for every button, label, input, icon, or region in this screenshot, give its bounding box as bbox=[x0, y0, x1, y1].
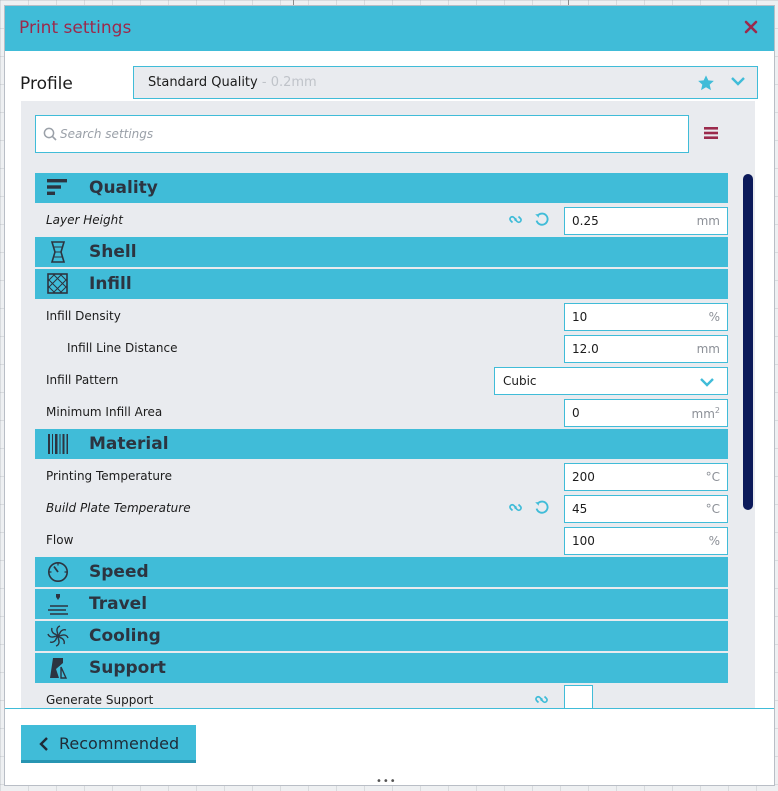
chevron-left-icon bbox=[39, 737, 48, 751]
field-unit: % bbox=[708, 534, 720, 548]
profile-detail: - 0.2mm bbox=[257, 75, 317, 90]
drag-handle[interactable]: ••• bbox=[376, 776, 397, 787]
recommended-label: Recommended bbox=[59, 734, 180, 753]
field-value: 0 bbox=[572, 406, 580, 420]
setting-label: Infill Density bbox=[46, 309, 121, 323]
link-icon[interactable] bbox=[508, 212, 523, 227]
setting-row-generate-support: Generate Support bbox=[35, 685, 728, 709]
profile-select[interactable]: Standard Quality - 0.2mm bbox=[133, 66, 758, 99]
category-label: Travel bbox=[89, 594, 148, 614]
infill-icon bbox=[47, 273, 68, 294]
category-material[interactable]: Material bbox=[35, 429, 728, 459]
setting-row-infill-pattern: Infill Pattern Cubic bbox=[35, 365, 728, 395]
field-unit: °C bbox=[705, 502, 720, 516]
category-travel[interactable]: Travel bbox=[35, 589, 728, 619]
field-unit: mm bbox=[696, 214, 720, 228]
printing-temperature-field[interactable]: 200 °C bbox=[564, 463, 728, 491]
setting-row-infill-line-distance: Infill Line Distance 12.0 mm bbox=[35, 333, 728, 363]
category-label: Cooling bbox=[89, 626, 161, 646]
category-quality[interactable]: Quality bbox=[35, 173, 728, 203]
support-icon bbox=[50, 658, 68, 679]
profile-name: Standard Quality bbox=[148, 75, 258, 90]
setting-row-layer-height: Layer Height 0.25 mm bbox=[35, 205, 728, 235]
infill-density-field[interactable]: 10 % bbox=[564, 303, 728, 331]
reset-icon[interactable] bbox=[534, 211, 550, 227]
search-input[interactable]: Search settings bbox=[35, 115, 689, 153]
infill-pattern-dropdown[interactable]: Cubic bbox=[494, 367, 728, 395]
field-unit: mm2 bbox=[692, 406, 720, 421]
field-value: 200 bbox=[572, 470, 595, 484]
setting-label: Build Plate Temperature bbox=[46, 501, 191, 515]
profile-name-text: Standard Quality - 0.2mm bbox=[148, 75, 317, 90]
category-label: Infill bbox=[89, 274, 132, 294]
setting-label: Infill Line Distance bbox=[67, 341, 178, 355]
quality-icon bbox=[47, 179, 67, 195]
setting-label: Printing Temperature bbox=[46, 469, 172, 483]
settings-menu-icon[interactable] bbox=[704, 126, 718, 140]
minimum-infill-area-field[interactable]: 0 mm2 bbox=[564, 399, 728, 427]
setting-row-printing-temperature: Printing Temperature 200 °C bbox=[35, 461, 728, 491]
field-value: 10 bbox=[572, 310, 588, 324]
layer-height-field[interactable]: 0.25 mm bbox=[564, 207, 728, 235]
print-settings-panel: Print settings Profile Standard Quality … bbox=[4, 5, 775, 786]
settings-panel: Search settings Quality Layer Height 0.2… bbox=[21, 101, 755, 709]
link-icon[interactable] bbox=[508, 500, 523, 515]
dialog-title: Print settings bbox=[19, 18, 132, 38]
link-icon[interactable] bbox=[534, 692, 549, 707]
setting-label: Layer Height bbox=[46, 213, 123, 227]
setting-label: Minimum Infill Area bbox=[46, 405, 163, 419]
flow-field[interactable]: 100 % bbox=[564, 527, 728, 555]
category-infill[interactable]: Infill bbox=[35, 269, 728, 299]
setting-row-minimum-infill-area: Minimum Infill Area 0 mm2 bbox=[35, 397, 728, 427]
chevron-down-icon bbox=[731, 77, 745, 86]
unit-base: mm bbox=[691, 407, 715, 421]
category-label: Shell bbox=[89, 242, 137, 262]
field-value: 100 bbox=[572, 534, 595, 548]
recommended-button[interactable]: Recommended bbox=[21, 725, 196, 763]
field-unit: % bbox=[708, 310, 720, 324]
search-icon bbox=[43, 127, 57, 141]
category-cooling[interactable]: Cooling bbox=[35, 621, 728, 651]
profile-label: Profile bbox=[20, 74, 73, 94]
search-placeholder: Search settings bbox=[60, 127, 154, 141]
setting-row-infill-density: Infill Density 10 % bbox=[35, 301, 728, 331]
setting-label: Flow bbox=[46, 533, 74, 547]
setting-row-build-plate-temperature: Build Plate Temperature 45 °C bbox=[35, 493, 728, 523]
category-label: Speed bbox=[89, 562, 149, 582]
footer-divider bbox=[5, 708, 774, 709]
field-value: 0.25 bbox=[572, 214, 599, 228]
dropdown-value: Cubic bbox=[503, 374, 537, 388]
field-unit: °C bbox=[705, 470, 720, 484]
close-icon bbox=[744, 20, 758, 34]
reset-icon[interactable] bbox=[534, 499, 550, 515]
speed-icon bbox=[48, 562, 68, 582]
shell-icon bbox=[50, 241, 66, 263]
star-icon[interactable] bbox=[697, 74, 715, 92]
setting-label: Generate Support bbox=[46, 693, 154, 707]
unit-superscript: 2 bbox=[714, 406, 720, 415]
category-shell[interactable]: Shell bbox=[35, 237, 728, 267]
category-label: Support bbox=[89, 658, 166, 678]
travel-icon bbox=[48, 594, 68, 615]
close-button[interactable] bbox=[742, 18, 760, 36]
settings-scrollbar[interactable] bbox=[743, 174, 753, 510]
infill-line-distance-field[interactable]: 12.0 mm bbox=[564, 335, 728, 363]
category-speed[interactable]: Speed bbox=[35, 557, 728, 587]
field-unit: mm bbox=[696, 342, 720, 356]
generate-support-checkbox[interactable] bbox=[564, 685, 593, 709]
material-icon bbox=[48, 434, 68, 454]
title-bar: Print settings bbox=[5, 6, 774, 51]
cooling-icon bbox=[47, 625, 69, 647]
setting-label: Infill Pattern bbox=[46, 373, 119, 387]
build-plate-temperature-field[interactable]: 45 °C bbox=[564, 495, 728, 523]
category-label: Material bbox=[89, 434, 169, 454]
category-label: Quality bbox=[89, 178, 158, 198]
chevron-down-icon bbox=[700, 378, 714, 387]
field-value: 12.0 bbox=[572, 342, 599, 356]
category-support[interactable]: Support bbox=[35, 653, 728, 683]
setting-row-flow: Flow 100 % bbox=[35, 525, 728, 555]
field-value: 45 bbox=[572, 502, 588, 516]
